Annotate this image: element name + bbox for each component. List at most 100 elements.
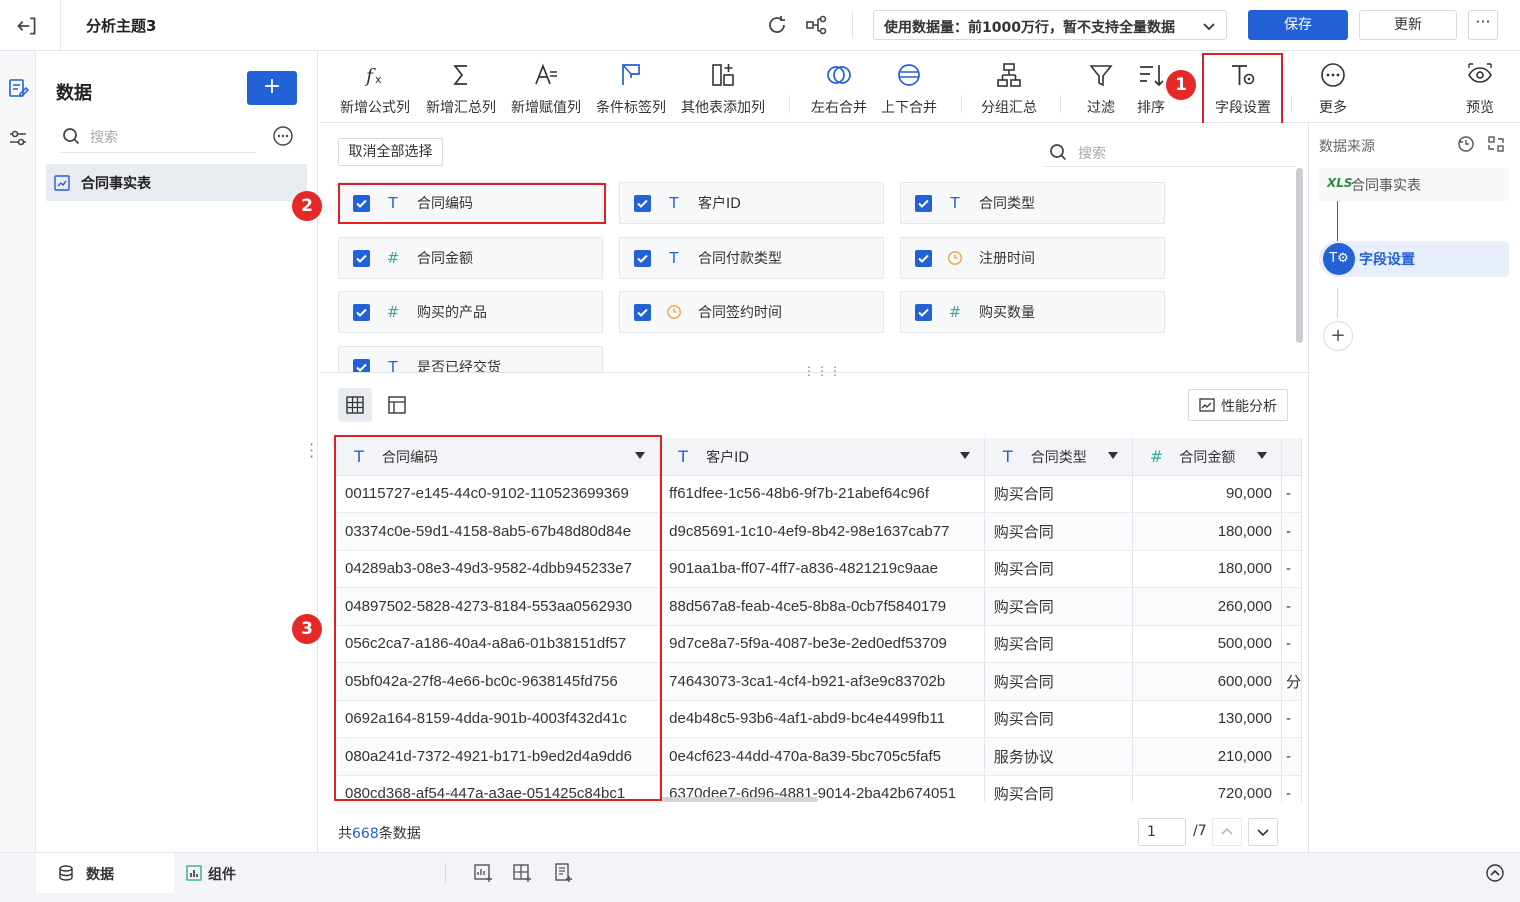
add-report-icon[interactable] xyxy=(553,863,573,883)
table-cell[interactable]: 分 xyxy=(1281,662,1302,701)
history-icon[interactable] xyxy=(1457,135,1475,153)
field-card[interactable]: T 是否已经交货 xyxy=(338,346,603,373)
add-dashboard-icon[interactable] xyxy=(512,863,532,883)
table-cell[interactable]: 购买合同 xyxy=(984,550,1134,588)
table-cell[interactable]: 购买合同 xyxy=(984,662,1134,701)
field-checkbox[interactable] xyxy=(353,359,370,373)
toolbar-preview[interactable]: 预览 xyxy=(1455,51,1505,123)
field-checkbox[interactable] xyxy=(353,304,370,321)
add-data-button[interactable]: + xyxy=(247,71,297,105)
table-cell[interactable]: 720,000 xyxy=(1132,775,1282,802)
add-step-button[interactable]: + xyxy=(1323,321,1353,351)
collapse-up-icon[interactable] xyxy=(1485,863,1505,883)
table-cell[interactable]: 90,000 xyxy=(1132,475,1282,513)
save-button[interactable]: 保存 xyxy=(1248,10,1348,40)
tab-component[interactable]: 组件 xyxy=(176,853,286,893)
grid-view-button[interactable] xyxy=(338,388,372,422)
add-analysis-icon[interactable] xyxy=(473,863,493,883)
step-field-settings[interactable]: T⚙ 字段设置 xyxy=(1319,241,1509,277)
table-cell[interactable]: 购买合同 xyxy=(984,587,1134,626)
toolbar-merge-horizontal[interactable]: 左右合并 xyxy=(805,51,873,123)
drag-handle-icon[interactable]: ⋮⋮⋮ xyxy=(803,364,842,378)
more-options-button[interactable]: ··· xyxy=(1468,10,1498,40)
table-cell[interactable]: 260,000 xyxy=(1132,587,1282,626)
table-cell[interactable]: de4b48c5-93b6-4af1-abd9-bc4e4499fb11 xyxy=(659,700,985,738)
field-checkbox[interactable] xyxy=(634,250,651,267)
field-checkbox[interactable] xyxy=(634,195,651,212)
column-header[interactable]: # 合同金额 xyxy=(1132,438,1282,476)
tab-data[interactable]: 数据 xyxy=(36,853,174,893)
table-cell[interactable]: 购买合同 xyxy=(984,700,1134,738)
horizontal-scrollbar[interactable] xyxy=(660,797,818,802)
page-input[interactable]: 1 xyxy=(1138,818,1186,846)
column-menu-icon[interactable] xyxy=(1108,452,1119,459)
field-card[interactable]: 合同签约时间 xyxy=(619,291,884,333)
column-menu-icon[interactable] xyxy=(1256,452,1267,459)
table-cell[interactable]: - xyxy=(1281,625,1302,663)
table-cell[interactable]: 0e4cf623-44dd-470a-8a39-5bc705c5faf5 xyxy=(659,737,985,776)
switch-layout-icon[interactable] xyxy=(1487,135,1505,153)
column-header[interactable]: T 合同类型 xyxy=(984,438,1134,476)
field-checkbox[interactable] xyxy=(915,304,932,321)
unselect-all-button[interactable]: 取消全部选择 xyxy=(338,138,443,166)
refresh-icon[interactable] xyxy=(765,13,789,37)
vertical-scrollbar[interactable] xyxy=(1296,168,1303,343)
more-icon[interactable] xyxy=(272,125,294,147)
toolbar-group-summary[interactable]: 分组汇总 xyxy=(975,51,1043,123)
data-search-input[interactable]: 搜索 xyxy=(60,123,256,153)
field-card[interactable]: T 客户ID xyxy=(619,182,884,224)
table-cell[interactable]: 180,000 xyxy=(1132,550,1282,588)
table-cell[interactable]: - xyxy=(1281,512,1302,551)
field-checkbox[interactable] xyxy=(915,250,932,267)
data-edit-icon[interactable] xyxy=(7,77,29,99)
table-cell[interactable]: 130,000 xyxy=(1132,700,1282,738)
table-cell[interactable]: 180,000 xyxy=(1132,512,1282,551)
prev-page-button[interactable] xyxy=(1212,818,1242,846)
toolbar-more[interactable]: 更多 xyxy=(1309,51,1357,123)
toolbar-condition-label[interactable]: 条件标签列 xyxy=(592,51,670,123)
layout-view-button[interactable] xyxy=(380,388,414,422)
toolbar-add-assign[interactable]: 新增赋值列 xyxy=(507,51,585,123)
collapse-handle-icon[interactable]: · · · xyxy=(309,437,314,465)
table-cell[interactable]: 购买合同 xyxy=(984,475,1134,513)
table-item[interactable]: 合同事实表 xyxy=(46,164,307,201)
table-cell[interactable]: 购买合同 xyxy=(984,625,1134,663)
table-cell[interactable]: d9c85691-1c10-4ef9-8b42-98e1637cab77 xyxy=(659,512,985,551)
field-card[interactable]: # 合同金额 xyxy=(338,237,603,279)
table-cell[interactable]: - xyxy=(1281,587,1302,626)
field-search-input[interactable]: 搜索 xyxy=(1045,137,1295,167)
table-cell[interactable]: ff61dfee-1c56-48b6-9f7b-21abef64c96f xyxy=(659,475,985,513)
table-cell[interactable]: 服务协议 xyxy=(984,737,1134,776)
field-card[interactable]: T 合同类型 xyxy=(900,182,1165,224)
field-card[interactable]: # 购买的产品 xyxy=(338,291,603,333)
table-cell[interactable]: 210,000 xyxy=(1132,737,1282,776)
data-volume-select[interactable]: 使用数据量：前1000万行，暂不支持全量数据 xyxy=(873,10,1227,40)
field-checkbox[interactable] xyxy=(915,195,932,212)
next-page-button[interactable] xyxy=(1248,818,1278,846)
lineage-icon[interactable] xyxy=(805,13,829,37)
field-card[interactable]: T 合同付款类型 xyxy=(619,237,884,279)
toolbar-add-sum[interactable]: 新增汇总列 xyxy=(422,51,500,123)
update-button[interactable]: 更新 xyxy=(1359,10,1457,40)
field-checkbox[interactable] xyxy=(353,250,370,267)
field-card[interactable]: 注册时间 xyxy=(900,237,1165,279)
table-cell[interactable]: 901aa1ba-ff07-4ff7-a836-4821219c9aae xyxy=(659,550,985,588)
table-cell[interactable]: - xyxy=(1281,737,1302,776)
toolbar-merge-vertical[interactable]: 上下合并 xyxy=(875,51,943,123)
table-cell[interactable]: 购买合同 xyxy=(984,775,1134,802)
table-cell[interactable]: - xyxy=(1281,775,1302,802)
toolbar-filter[interactable]: 过滤 xyxy=(1075,51,1127,123)
table-cell[interactable]: 600,000 xyxy=(1132,662,1282,701)
table-cell[interactable]: 9d7ce8a7-5f9a-4087-be3e-2ed0edf53709 xyxy=(659,625,985,663)
table-cell[interactable]: 购买合同 xyxy=(984,512,1134,551)
field-card[interactable]: # 购买数量 xyxy=(900,291,1165,333)
column-menu-icon[interactable] xyxy=(959,452,970,459)
toolbar-add-formula[interactable]: fx 新增公式列 xyxy=(336,51,414,123)
table-cell[interactable]: - xyxy=(1281,700,1302,738)
table-cell[interactable]: 74643073-3ca1-4cf4-b921-af3e9c83702b xyxy=(659,662,985,701)
field-checkbox[interactable] xyxy=(634,304,651,321)
table-cell[interactable]: 88d567a8-feab-4ce5-8b8a-0cb7f5840179 xyxy=(659,587,985,626)
table-cell[interactable]: - xyxy=(1281,475,1302,513)
table-cell[interactable]: - xyxy=(1281,550,1302,588)
toolbar-add-column-from-table[interactable]: 其他表添加列 xyxy=(677,51,769,123)
